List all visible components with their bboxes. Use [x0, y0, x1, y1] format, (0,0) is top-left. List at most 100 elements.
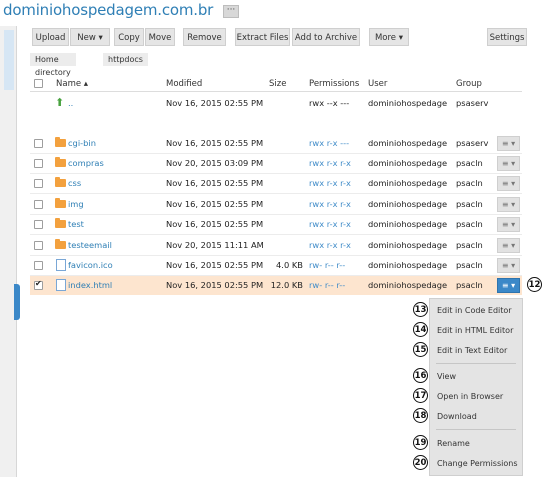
row-divider	[30, 234, 522, 235]
file-row[interactable]: test Nov 16, 2015 02:55 PM rwx r-x r-x domi…	[30, 215, 522, 234]
extract-files-button[interactable]: Extract Files	[235, 28, 290, 46]
remove-button[interactable]: Remove	[183, 28, 226, 46]
file-name[interactable]: test	[68, 215, 84, 234]
folder-icon	[55, 157, 66, 167]
sidebar-highlight	[4, 30, 14, 90]
file-row[interactable]: testeemail Nov 20, 2015 11:11 AM rwx r-x r…	[30, 236, 522, 255]
file-permissions[interactable]: rwx r-x r-x	[309, 195, 351, 214]
menu-download[interactable]: Download	[437, 412, 477, 421]
file-name[interactable]: favicon.ico	[68, 256, 113, 275]
upload-button[interactable]: Upload	[32, 28, 69, 46]
file-name[interactable]: index.html	[68, 276, 112, 295]
row-actions-menu-button[interactable]: ≡ ▾	[497, 238, 520, 253]
file-group: psacln	[456, 260, 483, 270]
file-permissions[interactable]: rw- r-- r--	[309, 276, 345, 295]
file-size	[268, 174, 303, 193]
menu-open-in-browser[interactable]: Open in Browser	[437, 392, 503, 401]
file-size	[268, 215, 303, 234]
file-row[interactable]: img Nov 16, 2015 02:55 PM rwx r-x r-x domin…	[30, 195, 522, 214]
file-permissions[interactable]: rwx r-x ---	[309, 134, 349, 153]
row-actions-menu-button[interactable]: ≡ ▾	[497, 278, 520, 293]
folder-icon	[55, 239, 66, 249]
file-permissions[interactable]: rwx r-x r-x	[309, 236, 351, 255]
parent-directory-row[interactable]: ⬆ .. Nov 16, 2015 02:55 PM rwx --x --- d…	[30, 94, 522, 113]
file-group: psacln	[456, 178, 483, 188]
file-permissions[interactable]: rwx r-x r-x	[309, 154, 351, 173]
copy-button[interactable]: Copy	[114, 28, 144, 46]
header-divider	[30, 91, 522, 92]
row-actions-menu-button[interactable]: ≡ ▾	[497, 197, 520, 212]
row-checkbox[interactable]	[34, 200, 43, 209]
sidebar-collapse-handle[interactable]	[14, 284, 20, 320]
file-permissions[interactable]: rwx r-x r-x	[309, 215, 351, 234]
callout-badge-17: 17	[413, 388, 428, 403]
file-group: psacln	[456, 158, 483, 168]
row-checkbox[interactable]	[34, 241, 43, 250]
more-options-button[interactable]: ···	[223, 5, 239, 18]
col-name-header[interactable]: Name ▴	[56, 79, 88, 89]
file-name[interactable]: testeemail	[68, 236, 112, 255]
col-size-header[interactable]: Size	[269, 79, 286, 89]
file-size	[268, 134, 303, 153]
folder-icon	[55, 137, 66, 147]
file-user: dominiohospedage	[368, 158, 448, 168]
file-name[interactable]: css	[68, 174, 81, 193]
menu-divider	[436, 429, 516, 430]
breadcrumb-home[interactable]: Home directory	[30, 53, 76, 77]
row-checkbox[interactable]	[34, 220, 43, 229]
file-row[interactable]: favicon.ico Nov 16, 2015 02:55 PM 4.0 KB rw…	[30, 256, 522, 275]
folder-icon	[55, 177, 66, 187]
folder-icon	[55, 198, 66, 208]
menu-divider	[436, 363, 516, 364]
more-button[interactable]: More ▾	[369, 28, 409, 46]
file-permissions[interactable]: rw- r-- r--	[309, 256, 345, 275]
col-user-header[interactable]: User	[368, 79, 387, 89]
row-checkbox[interactable]	[34, 159, 43, 168]
file-name[interactable]: compras	[68, 154, 104, 173]
row-checkbox[interactable]	[34, 179, 43, 188]
row-actions-menu-button[interactable]: ≡ ▾	[497, 136, 520, 151]
menu-edit-html-editor[interactable]: Edit in HTML Editor	[437, 326, 513, 335]
file-name[interactable]: cgi-bin	[68, 134, 96, 153]
file-permissions[interactable]: rwx r-x r-x	[309, 174, 351, 193]
new-button[interactable]: New ▾	[70, 28, 110, 46]
row-actions-menu-button[interactable]: ≡ ▾	[497, 217, 520, 232]
col-group-header[interactable]: Group	[456, 79, 482, 89]
file-row[interactable]: cgi-bin Nov 16, 2015 02:55 PM rwx r-x --- d…	[30, 134, 522, 153]
row-checkbox[interactable]	[34, 261, 43, 270]
parent-group: psaserv	[456, 98, 489, 108]
file-icon	[56, 279, 66, 291]
file-name[interactable]: img	[68, 195, 84, 214]
row-actions-menu-button[interactable]: ≡ ▾	[497, 156, 520, 171]
left-sidebar	[0, 26, 20, 477]
file-user: dominiohospedage	[368, 199, 448, 209]
menu-edit-text-editor[interactable]: Edit in Text Editor	[437, 346, 507, 355]
parent-name[interactable]: ..	[68, 94, 73, 113]
up-arrow-icon: ⬆	[55, 96, 65, 109]
row-divider	[30, 193, 522, 194]
col-modified-header[interactable]: Modified	[166, 79, 202, 89]
folder-icon	[55, 218, 66, 228]
menu-change-permissions[interactable]: Change Permissions	[437, 459, 518, 468]
menu-view[interactable]: View	[437, 372, 456, 381]
file-group: psaserv	[456, 138, 489, 148]
breadcrumb-httpdocs[interactable]: httpdocs	[103, 53, 148, 66]
move-button[interactable]: Move	[145, 28, 175, 46]
row-actions-menu-button[interactable]: ≡ ▾	[497, 258, 520, 273]
menu-rename[interactable]: Rename	[437, 439, 470, 448]
menu-edit-code-editor[interactable]: Edit in Code Editor	[437, 306, 512, 315]
add-to-archive-button[interactable]: Add to Archive	[292, 28, 360, 46]
file-row[interactable]: compras Nov 20, 2015 03:09 PM rwx r-x r-x d…	[30, 154, 522, 173]
file-modified: Nov 20, 2015 11:11 AM	[166, 240, 264, 250]
settings-button[interactable]: Settings	[487, 28, 527, 46]
row-checkbox[interactable]	[34, 139, 43, 148]
row-actions-menu-button[interactable]: ≡ ▾	[497, 176, 520, 191]
callout-badge-13: 13	[413, 302, 428, 317]
col-permissions-header[interactable]: Permissions	[309, 79, 359, 89]
file-row[interactable]: index.html Nov 16, 2015 02:55 PM 12.0 KB rw…	[30, 276, 522, 295]
row-checkbox[interactable]	[34, 279, 43, 290]
file-row[interactable]: css Nov 16, 2015 02:55 PM rwx r-x r-x domin…	[30, 174, 522, 193]
select-all-checkbox[interactable]	[34, 79, 43, 88]
file-group: psacln	[456, 199, 483, 209]
file-context-menu: Edit in Code Editor Edit in HTML Editor …	[429, 298, 523, 476]
